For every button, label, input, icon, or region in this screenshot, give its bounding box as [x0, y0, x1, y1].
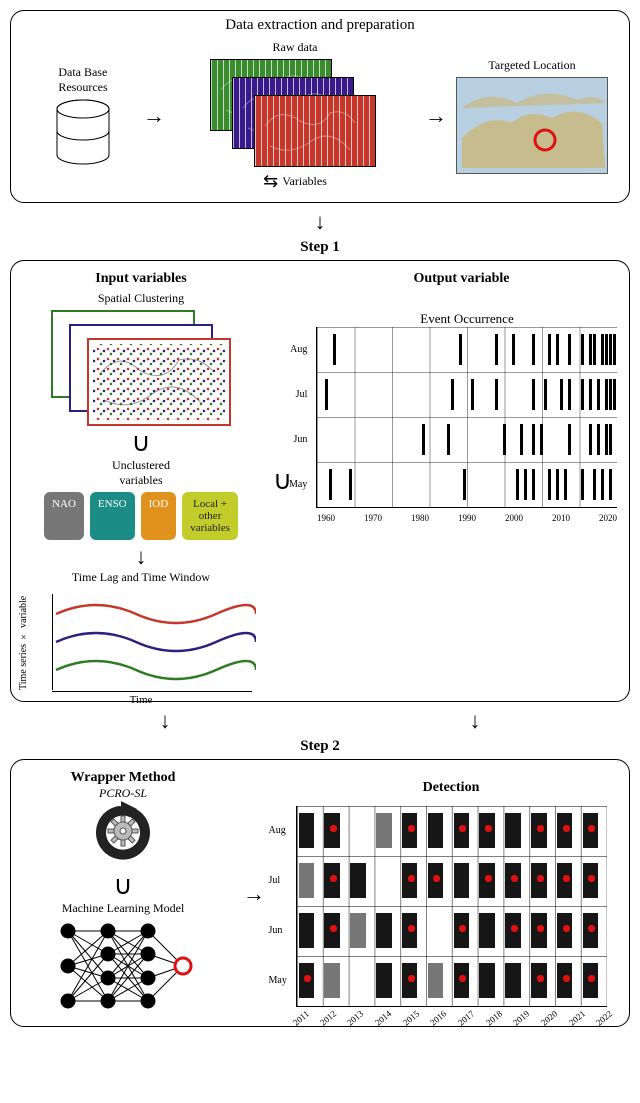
tag-row: NAO ENSO IOD Local + other variables — [44, 492, 238, 540]
occurrence-chart: Event Occurrence Aug Jul Jun May 1960 19… — [316, 327, 617, 508]
occurrence-ylabels: Aug Jul Jun May — [289, 327, 307, 507]
cluster-label: Spatial Clustering — [98, 291, 184, 306]
output-heading: Output variable — [413, 271, 509, 287]
raw-label: Raw data — [273, 40, 318, 55]
timeseries-plot: Time Time series × variable — [25, 589, 257, 691]
input-variables-block: Input variables Spatial Clustering Unclu… — [23, 271, 259, 691]
arrow-wrapper-to-detection — [243, 877, 265, 909]
output-variable-block: Output variable Event Occurrence Aug Jul… — [306, 271, 617, 691]
arrow-step1-right — [470, 708, 481, 734]
wrapper-sub: PCRO-SL — [99, 786, 147, 801]
arrow-step1-left — [160, 708, 171, 734]
europe-map-icon — [456, 77, 608, 174]
waves-xlabel: Time — [26, 694, 256, 706]
wrapper-block: Wrapper Method PCRO-SL — [23, 770, 223, 1016]
panel-step1: Input variables Spatial Clustering Unclu… — [10, 260, 630, 702]
union-icon-wrapper — [113, 871, 132, 901]
nn-output-node — [175, 958, 191, 974]
step1-label: Step 1 — [10, 239, 630, 256]
db-label: Data Base Resources — [58, 65, 107, 95]
tag-iod: IOD — [141, 492, 177, 540]
tag-enso: ENSO — [90, 492, 135, 540]
unclustered-label: Unclustered variables — [112, 458, 170, 488]
arrow-db-to-raw — [143, 103, 165, 129]
raw-data-block: Raw data ⇆ Variables — [165, 40, 425, 192]
database-icon — [53, 99, 113, 167]
detection-xlabels: 20112012 20132014 20152016 20172018 2019… — [291, 1020, 613, 1030]
step2-label: Step 2 — [10, 738, 630, 755]
detection-block: Detection Aug Jul Jun May 20112012 20132… — [285, 780, 617, 1007]
input-heading: Input variables — [95, 271, 186, 287]
panel-step2: Wrapper Method PCRO-SL — [10, 759, 630, 1027]
neural-net-icon — [48, 916, 198, 1016]
panel-data-extraction: Data extraction and preparation Data Bas… — [10, 10, 630, 203]
occurrence-title: Event Occurrence — [317, 311, 617, 327]
ml-label: Machine Learning Model — [62, 901, 185, 916]
timelag-label: Time Lag and Time Window — [72, 570, 210, 585]
raw-worldmap-stack — [210, 59, 380, 169]
waves-ylabel: Time series × variable — [18, 580, 29, 690]
arrow-tags-to-waves — [135, 544, 146, 570]
tag-local: Local + other variables — [182, 492, 238, 540]
detection-chart: Aug Jul Jun May 20112012 20132014 201520… — [296, 806, 607, 1007]
cluster-maps — [51, 310, 231, 428]
variables-loop: ⇆ Variables — [263, 171, 327, 192]
wrapper-heading: Wrapper Method — [71, 770, 176, 786]
arrow-panel0-to-step1 — [10, 209, 630, 235]
target-label: Targeted Location — [488, 58, 575, 73]
arrow-raw-to-target — [425, 103, 447, 129]
variables-label: Variables — [282, 174, 327, 189]
panel0-title: Data extraction and preparation — [23, 17, 617, 34]
tag-nao: NAO — [44, 492, 84, 540]
occurrence-xlabels: 1960 1970 1980 1990 2000 2010 2020 — [317, 513, 617, 523]
target-block: Targeted Location — [447, 58, 617, 174]
database-block: Data Base Resources — [23, 65, 143, 167]
detection-heading: Detection — [423, 780, 480, 796]
gear-refresh-icon — [88, 801, 158, 871]
union-icon-inputs — [131, 428, 150, 458]
